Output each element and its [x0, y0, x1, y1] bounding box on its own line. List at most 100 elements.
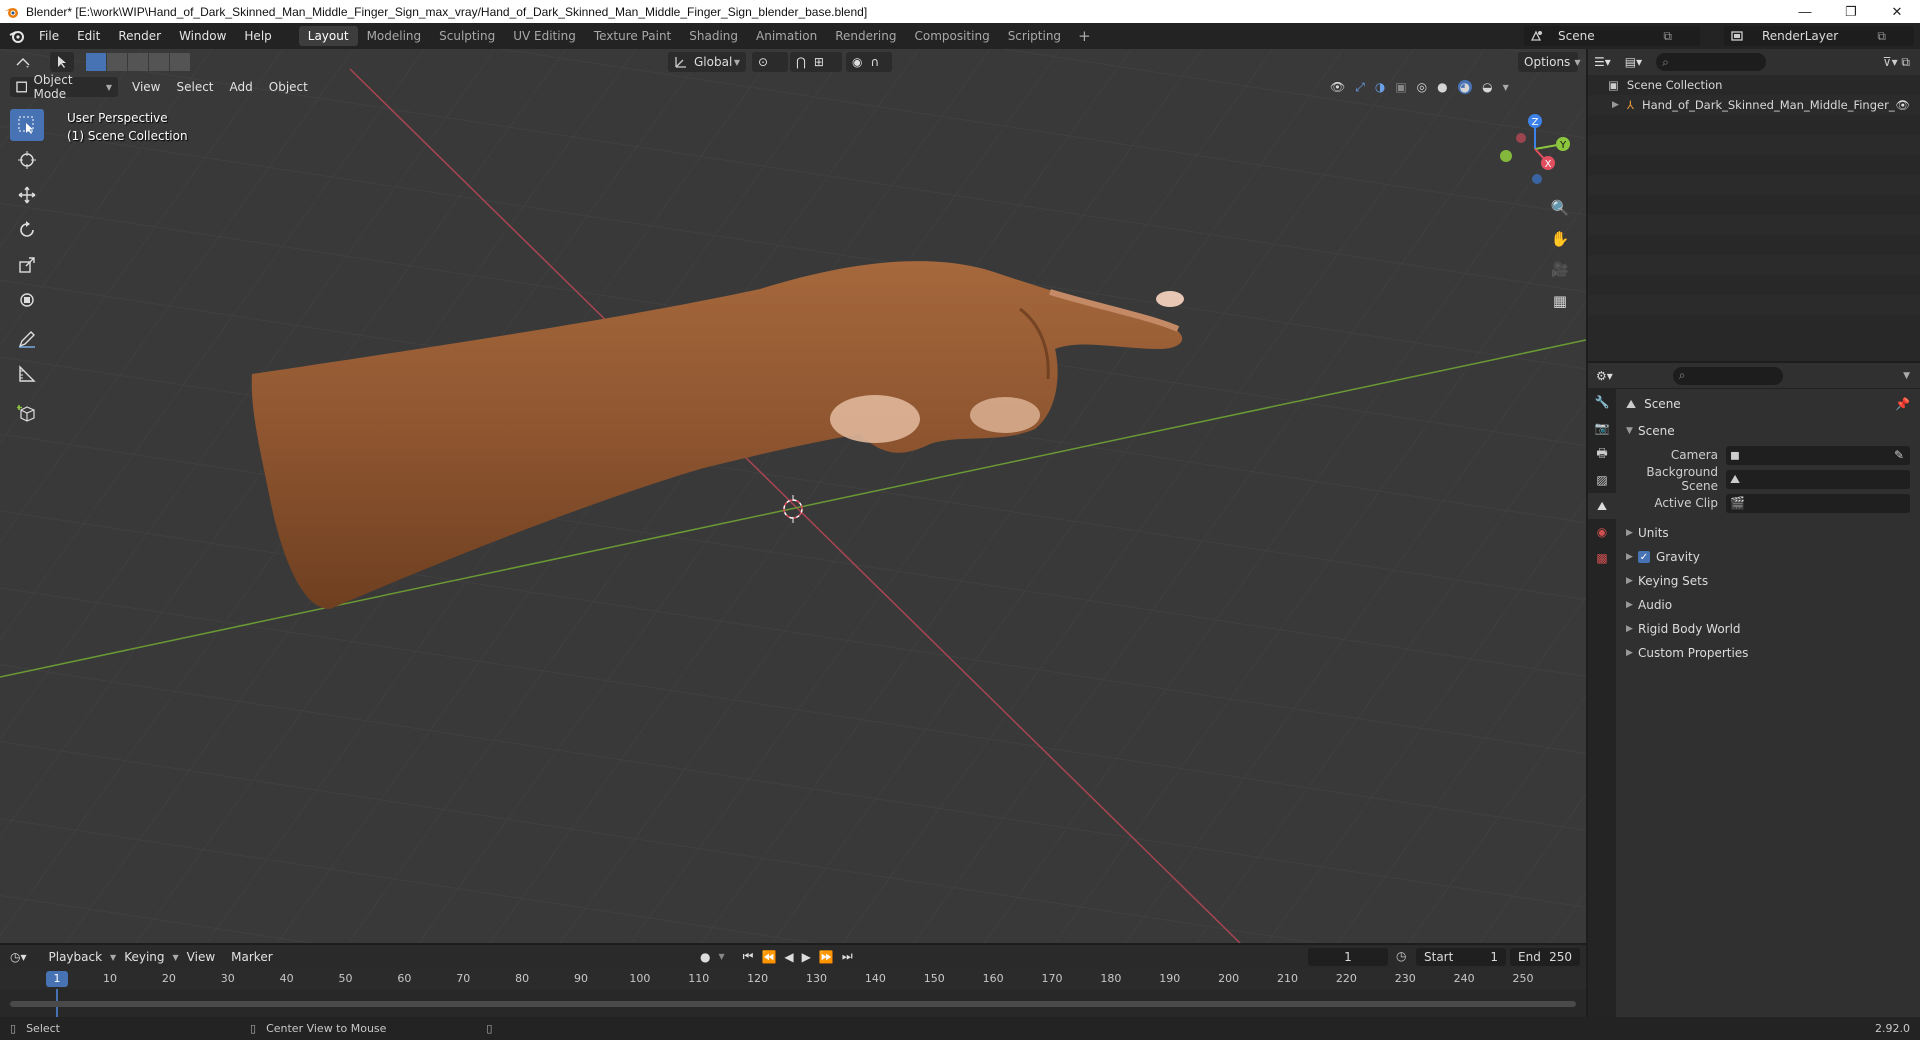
- rotate-tool[interactable]: [10, 214, 44, 246]
- panel-keying-sets[interactable]: ▶ Keying Sets: [1616, 569, 1920, 593]
- menu-window[interactable]: Window: [170, 23, 235, 49]
- panel-audio[interactable]: ▶ Audio: [1616, 593, 1920, 617]
- tab-uv-editing[interactable]: UV Editing: [504, 26, 585, 46]
- panel-scene-header[interactable]: ▼ Scene: [1616, 419, 1920, 443]
- properties-editor-icon[interactable]: ⚙▾: [1596, 369, 1613, 383]
- pin-icon[interactable]: 📌: [1895, 397, 1910, 411]
- timeline-scrollbar[interactable]: [10, 1001, 1576, 1007]
- properties-search-input[interactable]: ⌕: [1672, 366, 1783, 385]
- close-button[interactable]: ✕: [1874, 0, 1920, 23]
- blender-menu-button[interactable]: [4, 23, 30, 49]
- jump-end-icon[interactable]: ⏭: [842, 949, 853, 964]
- background-scene-field[interactable]: ⛰: [1726, 469, 1910, 489]
- cursor-tool[interactable]: [10, 144, 44, 176]
- select-invert-icon[interactable]: [149, 53, 169, 71]
- select-subtract-icon[interactable]: [128, 53, 148, 71]
- panel-custom-properties[interactable]: ▶ Custom Properties: [1616, 641, 1920, 665]
- chevron-down-icon[interactable]: ▼: [1503, 83, 1509, 92]
- ortho-toggle-button[interactable]: ▦: [1546, 287, 1574, 315]
- scale-tool[interactable]: [10, 249, 44, 281]
- jump-start-icon[interactable]: ⏮: [743, 949, 754, 964]
- menu-select[interactable]: Select: [168, 80, 221, 94]
- gizmo-toggle-icon[interactable]: ⤢: [1355, 80, 1365, 95]
- xray-toggle-icon[interactable]: ▣: [1395, 80, 1406, 94]
- tab-texture-paint[interactable]: Texture Paint: [585, 26, 680, 46]
- select-intersect-icon[interactable]: [170, 53, 190, 71]
- tab-output[interactable]: 🖶: [1588, 441, 1616, 467]
- menu-view[interactable]: View: [124, 80, 168, 94]
- add-workspace-button[interactable]: +: [1070, 27, 1099, 45]
- timeline-area[interactable]: [0, 989, 1586, 1017]
- active-clip-field[interactable]: 🎬: [1726, 493, 1910, 513]
- outliner-search-input[interactable]: ⌕: [1656, 53, 1767, 71]
- start-frame-field[interactable]: Start 1: [1416, 948, 1506, 966]
- display-mode-icon[interactable]: ▤▾: [1625, 55, 1642, 69]
- panel-rigid-body-world[interactable]: ▶ Rigid Body World: [1616, 617, 1920, 641]
- pan-button[interactable]: ✋: [1546, 225, 1574, 253]
- tab-rendering[interactable]: Rendering: [826, 26, 905, 46]
- measure-tool[interactable]: [10, 358, 44, 390]
- view-layer-selector[interactable]: RenderLayer ⧉: [1724, 26, 1914, 46]
- tab-render[interactable]: 📷: [1588, 415, 1616, 441]
- filter-icon[interactable]: ⊽▾ ⧉: [1883, 55, 1910, 70]
- select-box-tool[interactable]: [10, 109, 44, 141]
- transform-tool[interactable]: [10, 284, 44, 316]
- editor-type-button[interactable]: [8, 52, 38, 72]
- visibility-eye-icon[interactable]: 👁: [1330, 80, 1345, 94]
- tab-modeling[interactable]: Modeling: [358, 26, 431, 46]
- play-reverse-icon[interactable]: ◀: [784, 950, 793, 964]
- play-icon[interactable]: ▶: [802, 950, 811, 964]
- current-frame-field[interactable]: 1: [1308, 948, 1388, 966]
- expand-arrow-icon[interactable]: ▶: [1612, 100, 1619, 110]
- menu-file[interactable]: File: [30, 23, 68, 49]
- jump-keyframe-forward-icon[interactable]: ⏩: [819, 950, 834, 964]
- mode-dropdown[interactable]: Object Mode ▼: [10, 73, 118, 101]
- camera-field[interactable]: ◼ ✎: [1726, 445, 1910, 465]
- menu-help[interactable]: Help: [235, 23, 280, 49]
- tab-compositing[interactable]: Compositing: [905, 26, 998, 46]
- add-cube-tool[interactable]: [10, 397, 44, 429]
- eye-visibility-icon[interactable]: 👁: [1895, 98, 1910, 112]
- select-mode-tweak[interactable]: [50, 52, 74, 72]
- tab-world[interactable]: ◉: [1588, 519, 1616, 545]
- tab-animation[interactable]: Animation: [747, 26, 826, 46]
- end-frame-field[interactable]: End 250: [1510, 948, 1580, 966]
- jump-keyframe-back-icon[interactable]: ⏪: [761, 950, 776, 964]
- wireframe-shading-icon[interactable]: ◎: [1417, 80, 1427, 94]
- solid-shading-icon[interactable]: ●: [1437, 80, 1447, 94]
- menu-timeline-view[interactable]: View: [179, 950, 223, 964]
- menu-edit[interactable]: Edit: [68, 23, 109, 49]
- chevron-down-icon[interactable]: ▼: [1903, 371, 1910, 381]
- pivot-point-dropdown[interactable]: ⊙: [752, 52, 788, 72]
- select-extend-icon[interactable]: [107, 53, 127, 71]
- transform-orientation-dropdown[interactable]: Global ▼: [668, 52, 746, 72]
- outliner-row-scene-collection[interactable]: ▣ Scene Collection: [1588, 75, 1920, 95]
- move-tool[interactable]: [10, 179, 44, 211]
- options-dropdown[interactable]: Options ▼: [1518, 52, 1580, 72]
- tab-texture[interactable]: ▩: [1588, 545, 1616, 571]
- timeline-editor-icon[interactable]: ◷▾: [10, 950, 27, 964]
- annotate-tool[interactable]: [10, 323, 44, 355]
- proportional-editing[interactable]: ◉ ∩: [846, 52, 892, 72]
- menu-render[interactable]: Render: [109, 23, 170, 49]
- restore-button[interactable]: ❐: [1828, 0, 1874, 23]
- scene-selector[interactable]: Scene ⧉: [1524, 26, 1700, 46]
- record-icon[interactable]: ●: [700, 950, 710, 964]
- menu-object[interactable]: Object: [261, 80, 316, 94]
- timeline-ruler[interactable]: 1 10 20 30 40 50 60 70 80 90 100 110 120 130 140 150 160…: [0, 969, 1586, 989]
- overlay-toggle-icon[interactable]: ◑: [1375, 80, 1385, 94]
- zoom-button[interactable]: 🔍: [1546, 194, 1574, 222]
- panel-units[interactable]: ▶ Units: [1616, 521, 1920, 545]
- select-new-icon[interactable]: [86, 53, 106, 71]
- rendered-shading-icon[interactable]: ◒: [1482, 80, 1492, 94]
- panel-gravity[interactable]: ▶ ✓ Gravity: [1616, 545, 1920, 569]
- tab-tool[interactable]: 🔧: [1588, 389, 1616, 415]
- menu-add[interactable]: Add: [222, 80, 261, 94]
- eyedropper-icon[interactable]: ✎: [1894, 448, 1904, 462]
- outliner-row-object[interactable]: ▶ ⅄ Hand_of_Dark_Skinned_Man_Middle_Fing…: [1588, 95, 1920, 115]
- tab-sculpting[interactable]: Sculpting: [430, 26, 504, 46]
- preview-range-clock-icon[interactable]: ◷: [1396, 949, 1406, 963]
- tab-layout[interactable]: Layout: [298, 26, 358, 46]
- tab-scripting[interactable]: Scripting: [999, 26, 1070, 46]
- menu-playback[interactable]: Playback: [41, 950, 111, 964]
